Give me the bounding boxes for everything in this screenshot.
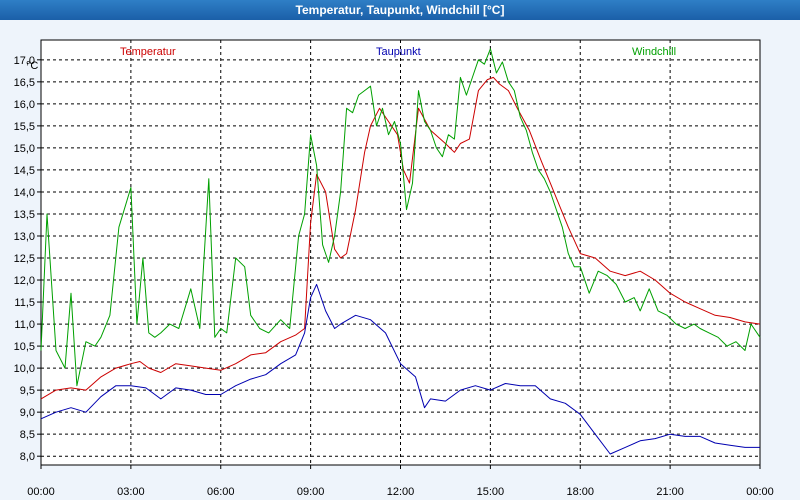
x-tick-time: 18:00 <box>566 486 594 498</box>
x-tick-time: 12:00 <box>387 486 415 498</box>
y-tick-label: 12,0 <box>14 275 35 287</box>
y-tick-label: 9,5 <box>20 385 35 397</box>
x-tick-time: 03:00 <box>117 486 145 498</box>
x-tick-time: 06:00 <box>207 486 235 498</box>
y-tick-label: 10,5 <box>14 341 35 353</box>
x-tick-time: 00:00 <box>746 486 774 498</box>
y-tick-label: 10,0 <box>14 363 35 375</box>
y-tick-labels: 8,0 8,5 9,0 9,5 10,0 10,5 11,0 11,5 12,0 12,5 13,0… <box>14 55 35 463</box>
y-tick-label: 16,0 <box>14 99 35 111</box>
y-tick-label: 15,5 <box>14 121 35 133</box>
y-tick-label: 8,0 <box>20 451 35 463</box>
legend-windchill: Windchill <box>632 46 677 58</box>
x-tick-time: 00:00 <box>27 486 55 498</box>
y-tick-label: 15,0 <box>14 143 35 155</box>
x-tick-labels: 00:0018.10.1603:0018.10.1606:0018.10.160… <box>27 486 774 498</box>
y-tick-label: 16,5 <box>14 77 35 89</box>
y-tick-label: 12,5 <box>14 253 35 265</box>
y-tick-label: 9,0 <box>20 407 35 419</box>
chart-frame: 8,0 8,5 9,0 9,5 10,0 10,5 11,0 11,5 12,0 12,5 13,0… <box>0 20 800 500</box>
line-chart: 8,0 8,5 9,0 9,5 10,0 10,5 11,0 11,5 12,0 12,5 13,0… <box>14 39 774 498</box>
y-tick-label: 13,0 <box>14 231 35 243</box>
x-tick-time: 09:00 <box>297 486 325 498</box>
legend-taupunkt: Taupunkt <box>376 46 421 58</box>
x-tick-time: 21:00 <box>656 486 684 498</box>
y-tick-label: 14,5 <box>14 165 35 177</box>
y-tick-label: 11,0 <box>14 319 35 331</box>
y-tick-label: 14,0 <box>14 187 35 199</box>
x-tick-time: 15:00 <box>477 486 505 498</box>
y-tick-label: 13,5 <box>14 209 35 221</box>
y-unit-label: °C <box>26 60 39 72</box>
y-tick-label: 11,5 <box>14 297 35 309</box>
y-tick-label: 8,5 <box>20 429 35 441</box>
window-title: Temperatur, Taupunkt, Windchill [°C] <box>0 0 800 20</box>
legend-temperatur: Temperatur <box>120 46 176 58</box>
